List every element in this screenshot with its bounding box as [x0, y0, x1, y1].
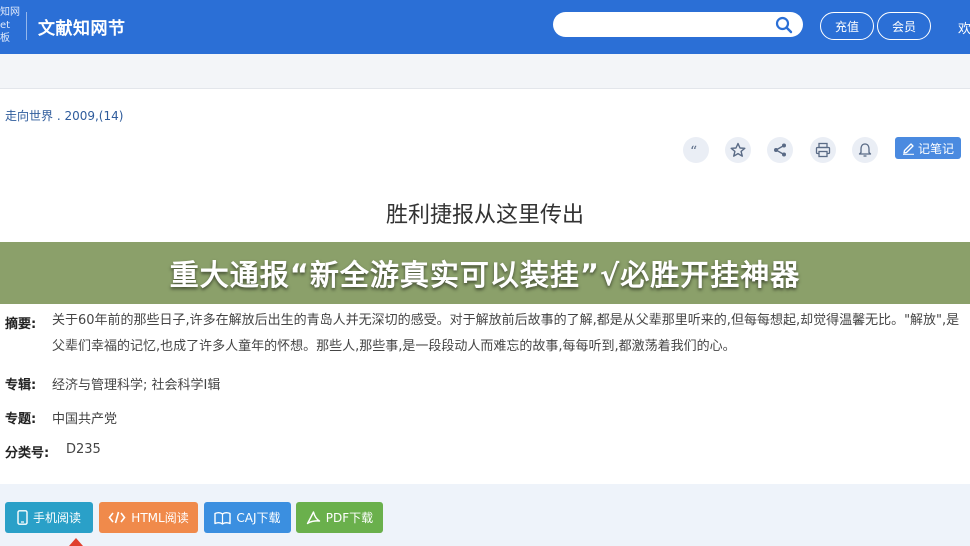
top-header: 知网 et 板 文献知网节 充值 会员 欢: [0, 0, 970, 54]
logo-divider: [26, 12, 27, 40]
search-icon[interactable]: [775, 16, 793, 34]
logo-line-2: et: [0, 20, 11, 31]
quote-icon[interactable]: “: [683, 137, 709, 163]
caj-download-button[interactable]: CAJ下载: [204, 502, 291, 533]
classification-label: 分类号:: [5, 446, 50, 461]
site-logo[interactable]: 知网 et 板: [0, 6, 20, 46]
topic-label: 专题:: [5, 412, 37, 427]
logo-line-3: 板: [0, 33, 10, 44]
bell-icon[interactable]: [852, 137, 878, 163]
page: 知网 et 板 文献知网节 充值 会员 欢 走向世界 . 2009,(14) “: [0, 0, 970, 546]
print-icon[interactable]: [810, 137, 836, 163]
take-note-button[interactable]: 记笔记: [895, 137, 961, 159]
series-label: 专辑:: [5, 378, 37, 393]
header-more-link[interactable]: 欢: [958, 18, 970, 37]
pdf-download-label: PDF下载: [325, 511, 374, 525]
html-read-button[interactable]: HTML阅读: [99, 502, 198, 533]
code-icon: [108, 511, 126, 524]
member-button[interactable]: 会员: [877, 12, 931, 40]
pointer-arrow-icon: [69, 538, 83, 546]
search-input[interactable]: [553, 12, 803, 37]
pdf-download-button[interactable]: PDF下载: [296, 502, 383, 533]
svg-text:“: “: [690, 144, 697, 157]
classification-row: 分类号: D235: [5, 442, 101, 461]
overlay-banner-text: 重大通报“新全游真实可以装挂”√必胜开挂神器: [169, 258, 801, 292]
recharge-button[interactable]: 充值: [820, 12, 874, 40]
take-note-label: 记笔记: [917, 141, 954, 156]
subheader-band: [0, 54, 970, 89]
pdf-icon: [306, 510, 320, 524]
book-icon: [214, 511, 232, 525]
series-row: 专辑: 经济与管理科学; 社会科学Ⅰ辑: [5, 374, 220, 393]
topic-row: 专题: 中国共产党: [5, 408, 117, 427]
article-title: 胜利捷报从这里传出: [385, 203, 584, 228]
topic-value[interactable]: 中国共产党: [52, 408, 117, 427]
mobile-read-label: 手机阅读: [32, 511, 81, 525]
site-title[interactable]: 文献知网节: [38, 14, 126, 39]
star-icon[interactable]: [725, 137, 751, 163]
classification-value: D235: [66, 442, 101, 457]
mobile-read-button[interactable]: 手机阅读: [5, 502, 93, 533]
article-source[interactable]: 走向世界 . 2009,(14): [5, 107, 123, 124]
abstract-text: 关于60年前的那些日子,许多在解放后出生的青岛人并无深切的感受。对于解放前后故事…: [52, 313, 960, 354]
phone-icon: [17, 510, 28, 525]
abstract-label: 摘要:: [5, 317, 37, 332]
overlay-banner: 重大通报“新全游真实可以装挂”√必胜开挂神器: [0, 242, 970, 304]
share-icon[interactable]: [767, 137, 793, 163]
html-read-label: HTML阅读: [131, 511, 189, 525]
caj-download-label: CAJ下载: [236, 511, 281, 525]
logo-line-1: 知网: [0, 7, 20, 18]
pencil-icon: [902, 142, 914, 155]
series-value: 经济与管理科学; 社会科学Ⅰ辑: [52, 378, 221, 393]
